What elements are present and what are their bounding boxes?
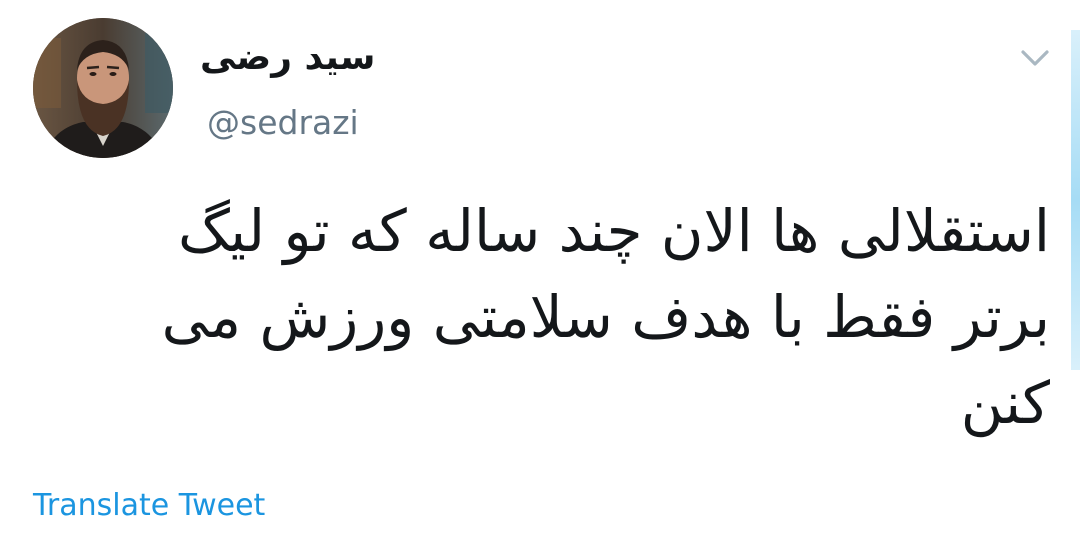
tweet-card: سید رضی @sedrazi استقلالی ها الان چند سا…	[0, 0, 1080, 549]
author-avatar[interactable]	[33, 18, 173, 158]
chevron-down-icon	[1021, 50, 1049, 66]
scroll-indicator	[1071, 30, 1080, 370]
author-display-name[interactable]: سید رضی	[200, 30, 375, 86]
translate-tweet-link[interactable]: Translate Tweet	[33, 484, 265, 528]
tweet-menu-button[interactable]	[1017, 40, 1053, 76]
author-handle[interactable]: @sedrazi	[207, 100, 359, 146]
tweet-text: استقلالی ها الان چند ساله که تو لیگ برتر…	[143, 197, 1050, 437]
profile-photo-icon	[33, 18, 173, 158]
